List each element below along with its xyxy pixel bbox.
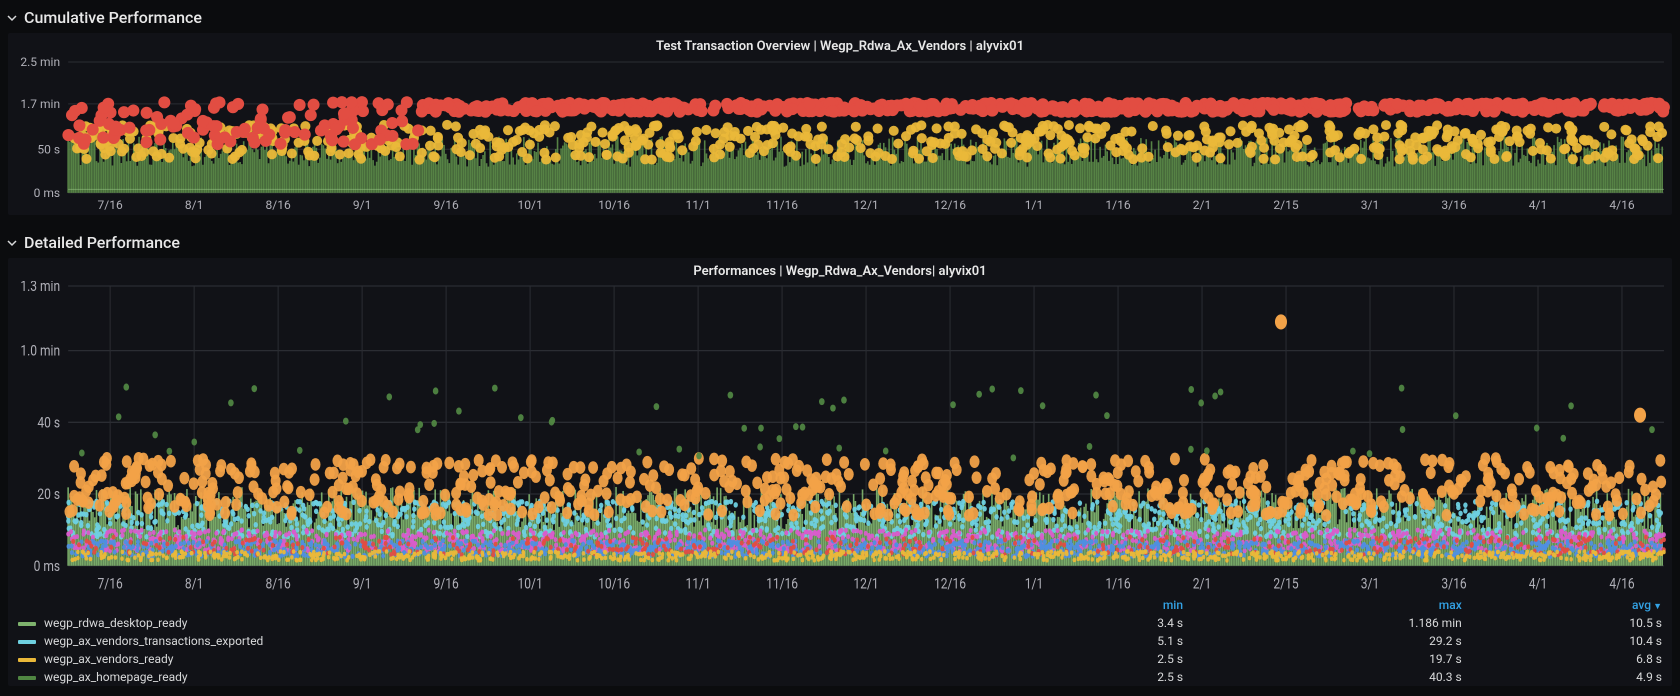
legend-max: 29.2 s xyxy=(1193,632,1472,650)
svg-text:10/16: 10/16 xyxy=(598,575,630,593)
panel-title: Test Transaction Overview | Wegp_Rdwa_Ax… xyxy=(8,33,1672,56)
svg-text:7/16: 7/16 xyxy=(98,198,123,212)
panel-title: Performances | Wegp_Rdwa_Ax_Vendors| aly… xyxy=(8,258,1672,281)
svg-text:10/1: 10/1 xyxy=(517,575,542,593)
svg-text:1.7 min: 1.7 min xyxy=(20,97,60,111)
legend-row[interactable]: wegp_ax_vendors_transactions_exported5.1… xyxy=(8,632,1672,650)
svg-text:9/1: 9/1 xyxy=(353,575,371,593)
legend-col-min[interactable]: min xyxy=(1018,596,1193,614)
svg-text:1/1: 1/1 xyxy=(1025,575,1043,593)
chart-svg: 0 ms 20 s 40 s 1.0 min 1.3 min 7/16 8/1 8/16 9/1… xyxy=(8,281,1672,596)
svg-text:9/16: 9/16 xyxy=(433,575,459,593)
legend-col-avg[interactable]: avg▼ xyxy=(1472,596,1672,614)
svg-text:11/1: 11/1 xyxy=(685,575,710,593)
legend-row[interactable]: wegp_ax_homepage_ready2.5 s40.3 s4.9 s xyxy=(8,668,1672,686)
section-toggle-detailed[interactable]: Detailed Performance xyxy=(0,225,1680,258)
chart-detailed[interactable]: 0 ms 20 s 40 s 1.0 min 1.3 min 7/16 8/1 8/16 9/1… xyxy=(8,281,1672,596)
legend-min: 3.4 s xyxy=(1018,614,1193,632)
legend-col-max[interactable]: max xyxy=(1193,596,1472,614)
svg-text:2/15: 2/15 xyxy=(1273,198,1298,212)
svg-text:7/16: 7/16 xyxy=(98,575,124,593)
legend-avg: 10.5 s xyxy=(1472,614,1672,632)
svg-text:4/16: 4/16 xyxy=(1609,575,1635,593)
chevron-down-icon xyxy=(6,12,18,24)
svg-text:12/16: 12/16 xyxy=(934,575,966,593)
svg-text:1/1: 1/1 xyxy=(1025,198,1043,212)
svg-text:4/1: 4/1 xyxy=(1529,198,1547,212)
legend-min: 2.5 s xyxy=(1018,668,1193,686)
svg-text:2/1: 2/1 xyxy=(1193,198,1211,212)
panel-cumulative-performance[interactable]: Test Transaction Overview | Wegp_Rdwa_Ax… xyxy=(8,33,1672,215)
legend-table: min max avg▼ wegp_rdwa_desktop_ready3.4 … xyxy=(8,596,1672,686)
svg-text:0 ms: 0 ms xyxy=(34,186,60,200)
svg-text:9/16: 9/16 xyxy=(433,198,458,212)
svg-text:10/1: 10/1 xyxy=(517,198,542,212)
svg-text:8/16: 8/16 xyxy=(265,198,290,212)
chevron-down-icon xyxy=(6,237,18,249)
legend-series-label: wegp_ax_vendors_ready xyxy=(8,650,1018,668)
legend-max: 19.7 s xyxy=(1193,650,1472,668)
svg-text:3/1: 3/1 xyxy=(1361,575,1379,593)
legend-series-label: wegp_rdwa_desktop_ready xyxy=(8,614,1018,632)
section-title-cumulative: Cumulative Performance xyxy=(24,8,202,27)
legend-swatch xyxy=(18,676,36,680)
legend-series-label: wegp_ax_vendors_transactions_exported xyxy=(8,632,1018,650)
svg-text:4/1: 4/1 xyxy=(1529,575,1547,593)
svg-text:11/1: 11/1 xyxy=(685,198,710,212)
svg-text:10/16: 10/16 xyxy=(598,198,630,212)
legend-max: 40.3 s xyxy=(1193,668,1472,686)
legend-max: 1.186 min xyxy=(1193,614,1472,632)
legend-swatch xyxy=(18,622,36,626)
legend-avg: 10.4 s xyxy=(1472,632,1672,650)
svg-text:12/16: 12/16 xyxy=(934,198,966,212)
svg-text:12/1: 12/1 xyxy=(853,198,878,212)
svg-text:2.5 min: 2.5 min xyxy=(20,56,60,69)
legend-min: 5.1 s xyxy=(1018,632,1193,650)
svg-text:40 s: 40 s xyxy=(37,414,60,432)
svg-text:1.0 min: 1.0 min xyxy=(20,342,60,360)
svg-text:4/16: 4/16 xyxy=(1609,198,1634,212)
svg-text:11/16: 11/16 xyxy=(766,198,798,212)
section-title-detailed: Detailed Performance xyxy=(24,233,180,252)
svg-text:9/1: 9/1 xyxy=(353,198,371,212)
svg-text:50 s: 50 s xyxy=(37,142,60,156)
legend-series-label: wegp_ax_homepage_ready xyxy=(8,668,1018,686)
dashboard-page: Cumulative Performance Test Transaction … xyxy=(0,0,1680,696)
svg-text:20 s: 20 s xyxy=(37,486,60,504)
panel-detailed-performance[interactable]: Performances | Wegp_Rdwa_Ax_Vendors| aly… xyxy=(8,258,1672,686)
chart-cumulative[interactable]: 0 ms 50 s 1.7 min 2.5 min 7/16 8/1 8/16 9/1 9/16… xyxy=(8,56,1672,215)
sort-caret-icon: ▼ xyxy=(1653,602,1662,612)
svg-text:3/16: 3/16 xyxy=(1441,198,1466,212)
svg-text:2/15: 2/15 xyxy=(1273,575,1299,593)
svg-text:3/16: 3/16 xyxy=(1441,575,1467,593)
svg-text:3/1: 3/1 xyxy=(1361,198,1379,212)
legend-swatch xyxy=(18,640,36,644)
legend-avg: 6.8 s xyxy=(1472,650,1672,668)
svg-text:2/1: 2/1 xyxy=(1193,575,1211,593)
legend-avg: 4.9 s xyxy=(1472,668,1672,686)
svg-text:8/1: 8/1 xyxy=(185,198,203,212)
legend-min: 2.5 s xyxy=(1018,650,1193,668)
legend-row[interactable]: wegp_ax_vendors_ready2.5 s19.7 s6.8 s xyxy=(8,650,1672,668)
svg-text:8/1: 8/1 xyxy=(185,575,203,593)
svg-text:1/16: 1/16 xyxy=(1105,575,1131,593)
svg-text:1/16: 1/16 xyxy=(1105,198,1130,212)
legend-header-row: min max avg▼ xyxy=(8,596,1672,614)
svg-text:11/16: 11/16 xyxy=(766,575,798,593)
svg-text:8/16: 8/16 xyxy=(266,575,292,593)
legend-row[interactable]: wegp_rdwa_desktop_ready3.4 s1.186 min10.… xyxy=(8,614,1672,632)
legend-swatch xyxy=(18,658,36,662)
svg-text:12/1: 12/1 xyxy=(853,575,878,593)
svg-text:0 ms: 0 ms xyxy=(34,558,60,576)
section-toggle-cumulative[interactable]: Cumulative Performance xyxy=(0,0,1680,33)
chart-svg: 0 ms 50 s 1.7 min 2.5 min 7/16 8/1 8/16 9/1 9/16… xyxy=(8,56,1672,215)
svg-text:1.3 min: 1.3 min xyxy=(20,281,60,296)
